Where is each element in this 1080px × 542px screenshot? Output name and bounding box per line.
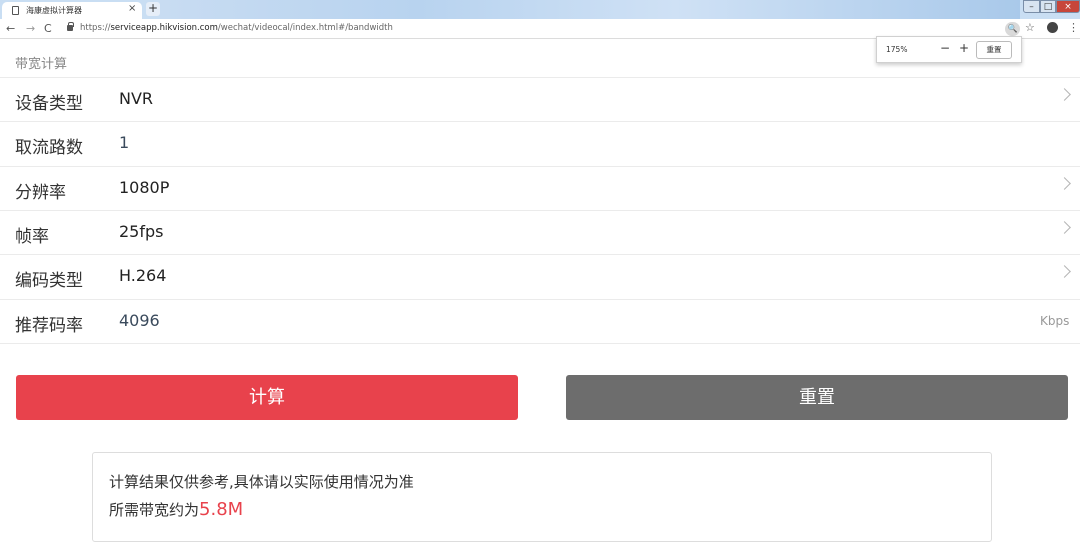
tab-title: 海康虚拟计算器	[26, 6, 82, 15]
bookmark-star-icon[interactable]: ☆	[1025, 21, 1035, 34]
zoom-in-button[interactable]: +	[959, 41, 969, 55]
window-maximize-button[interactable]: □	[1040, 0, 1056, 13]
browser-tab[interactable]: 海康虚拟计算器 ×	[2, 2, 142, 19]
reload-icon[interactable]: C	[44, 22, 52, 35]
divider	[0, 343, 1080, 344]
row-device-type[interactable]: 设备类型 NVR	[0, 77, 1080, 121]
row-value: 25fps	[119, 222, 164, 241]
zoom-reset-button[interactable]: 重置	[976, 41, 1012, 59]
row-label: 帧率	[15, 227, 49, 247]
row-frame-rate[interactable]: 帧率 25fps	[0, 210, 1080, 254]
calculate-button[interactable]: 计算	[16, 375, 518, 420]
row-value: H.264	[119, 266, 167, 285]
zoom-popup: 175% − + 重置	[876, 36, 1022, 63]
result-panel: 计算结果仅供参考,具体请以实际使用情况为准 所需带宽约为5.8M	[92, 452, 992, 542]
browser-tab-strip: 海康虚拟计算器 × + – □ ×	[0, 0, 1080, 19]
chevron-right-icon	[1058, 265, 1071, 278]
back-arrow-icon[interactable]: ←	[6, 22, 15, 35]
row-encoding-type[interactable]: 编码类型 H.264	[0, 254, 1080, 298]
tab-strip-background	[160, 0, 1020, 19]
url-host: serviceapp.hikvision.com	[110, 23, 218, 33]
chevron-right-icon	[1058, 221, 1071, 234]
zoom-out-button[interactable]: −	[940, 41, 950, 55]
row-label: 分辨率	[15, 183, 66, 203]
forward-arrow-icon[interactable]: →	[26, 22, 35, 35]
chevron-right-icon	[1058, 88, 1071, 101]
page-icon	[12, 6, 19, 15]
account-icon[interactable]	[1047, 22, 1058, 33]
row-label: 编码类型	[15, 271, 83, 291]
row-label: 设备类型	[15, 94, 83, 114]
reset-button[interactable]: 重置	[566, 375, 1068, 420]
section-title: 带宽计算	[15, 57, 68, 72]
row-recommended-bitrate[interactable]: 推荐码率 4096 Kbps	[0, 299, 1080, 343]
bandwidth-prefix: 所需带宽约为	[109, 501, 200, 519]
row-value[interactable]: 4096	[119, 311, 160, 330]
zoom-magnifier-icon[interactable]: 🔍	[1005, 22, 1020, 36]
row-value: NVR	[119, 89, 154, 108]
result-note: 计算结果仅供参考,具体请以实际使用情况为准	[109, 473, 414, 491]
url-field[interactable]: https://serviceapp.hikvision.com/wechat/…	[80, 23, 393, 33]
new-tab-button[interactable]: +	[146, 2, 160, 16]
browser-menu-icon[interactable]: ⋮	[1068, 21, 1079, 34]
lock-icon[interactable]	[67, 22, 74, 31]
row-label: 推荐码率	[15, 316, 83, 336]
row-label: 取流路数	[15, 138, 83, 158]
row-value: 1080P	[119, 178, 170, 197]
tab-close-icon[interactable]: ×	[128, 3, 136, 14]
window-close-button[interactable]: ×	[1056, 0, 1080, 13]
row-value[interactable]: 1	[119, 133, 129, 152]
bandwidth-value: 5.8M	[199, 499, 244, 520]
chevron-right-icon	[1058, 177, 1071, 190]
row-stream-count[interactable]: 取流路数 1	[0, 121, 1080, 165]
url-path: /wechat/videocal/index.html#/bandwidth	[217, 23, 393, 33]
window-minimize-button[interactable]: –	[1023, 0, 1040, 13]
row-unit: Kbps	[1040, 314, 1070, 328]
zoom-level: 175%	[886, 45, 908, 54]
bandwidth-result: 所需带宽约为5.8M	[109, 499, 243, 520]
row-resolution[interactable]: 分辨率 1080P	[0, 166, 1080, 210]
